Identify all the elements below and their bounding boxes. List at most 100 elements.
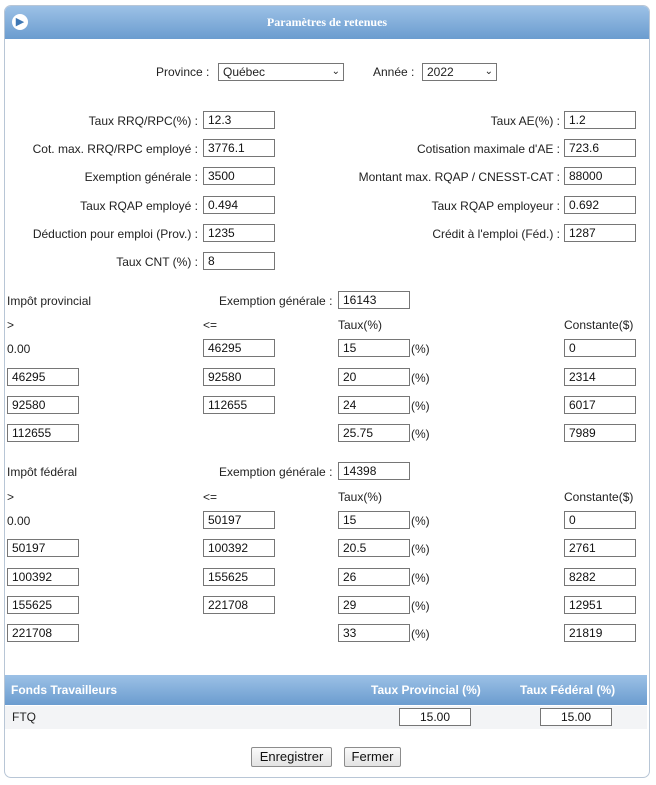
close-button[interactable]: Fermer (344, 747, 401, 767)
year-value: 2022 (427, 65, 454, 79)
bracket-to-input[interactable]: 50197 (203, 511, 275, 529)
col-header-constant: Constante($) (564, 490, 634, 504)
funds-col-name: Fonds Travailleurs (11, 683, 118, 697)
provincial-exemption-input[interactable]: 16143 (338, 291, 410, 309)
federal-exemption-input[interactable]: 14398 (338, 462, 410, 480)
employment-credit-input[interactable]: 1287 (564, 224, 636, 242)
year-select[interactable]: 2022 ⌄ (422, 63, 497, 81)
chevron-down-icon: ⌄ (331, 66, 340, 77)
title-bar: ▶ Paramètres de retenues (5, 6, 649, 39)
rqap-employee-label: Taux RQAP employé : (80, 199, 198, 213)
provincial-tax-title: Impôt provincial (7, 294, 92, 308)
bracket-from-input[interactable]: 50197 (7, 539, 79, 557)
bracket-from-input[interactable]: 221708 (7, 624, 79, 642)
bracket-from-text: 0.00 (7, 514, 31, 528)
bracket-rate-input[interactable]: 20 (338, 368, 410, 386)
bracket-rate-input[interactable]: 33 (338, 624, 410, 642)
ae-max-input[interactable]: 723.6 (564, 139, 636, 157)
bracket-to-input[interactable]: 46295 (203, 339, 275, 357)
rrq-rate-input[interactable]: 12.3 (203, 111, 275, 129)
col-header-greater: > (7, 490, 15, 504)
province-label: Province : (156, 65, 210, 79)
percent-suffix: (%) (411, 342, 430, 356)
save-button[interactable]: Enregistrer (251, 747, 332, 767)
percent-suffix: (%) (411, 399, 430, 413)
funds-col-provincial: Taux Provincial (%) (371, 683, 481, 697)
ae-rate-label: Taux AE(%) : (490, 114, 560, 128)
provincial-exemption-label: Exemption générale : (219, 294, 333, 308)
province-value: Québec (223, 65, 266, 79)
bracket-to-input[interactable]: 92580 (203, 368, 275, 386)
bracket-to-input[interactable]: 221708 (203, 596, 275, 614)
rrq-max-label: Cot. max. RRQ/RPC employé : (32, 142, 198, 156)
col-header-rate: Taux(%) (338, 318, 383, 332)
bracket-from-input[interactable]: 92580 (7, 396, 79, 414)
bracket-constant-input[interactable]: 8282 (564, 568, 636, 586)
general-exemption-label: Exemption générale : (84, 170, 198, 184)
year-label: Année : (373, 65, 415, 79)
percent-suffix: (%) (411, 599, 430, 613)
bracket-constant-input[interactable]: 0 (564, 339, 636, 357)
employment-credit-label: Crédit à l'emploi (Féd.) : (432, 227, 560, 241)
cnt-rate-input[interactable]: 8 (203, 252, 275, 270)
bracket-from-input[interactable]: 112655 (7, 424, 79, 442)
percent-suffix: (%) (411, 427, 430, 441)
rqap-employer-input[interactable]: 0.692 (564, 196, 636, 214)
fund-name: FTQ (12, 710, 36, 724)
bracket-constant-input[interactable]: 6017 (564, 396, 636, 414)
fund-provincial-rate-input[interactable]: 15.00 (399, 708, 471, 726)
bracket-from-text: 0.00 (7, 342, 31, 356)
rqap-employer-label: Taux RQAP employeur : (431, 199, 560, 213)
rrq-rate-label: Taux RRQ/RPC(%) : (88, 114, 198, 128)
arrow-right-icon[interactable]: ▶ (12, 14, 28, 30)
bracket-rate-input[interactable]: 20.5 (338, 539, 410, 557)
bracket-constant-input[interactable]: 0 (564, 511, 636, 529)
ae-max-label: Cotisation maximale d'AE : (416, 142, 560, 156)
bracket-rate-input[interactable]: 29 (338, 596, 410, 614)
table-row: FTQ 15.00 15.00 (5, 706, 647, 729)
federal-exemption-label: Exemption générale : (219, 465, 333, 479)
bracket-constant-input[interactable]: 21819 (564, 624, 636, 642)
bracket-rate-input[interactable]: 15 (338, 339, 410, 357)
general-exemption-input[interactable]: 3500 (203, 167, 275, 185)
rqap-max-label: Montant max. RQAP / CNESST-CAT : (358, 170, 560, 184)
bracket-constant-input[interactable]: 2761 (564, 539, 636, 557)
window-title: Paramètres de retenues (266, 15, 388, 29)
col-header-less-equal: <= (203, 490, 218, 504)
percent-suffix: (%) (411, 542, 430, 556)
col-header-greater: > (7, 318, 15, 332)
bracket-to-input[interactable]: 112655 (203, 396, 275, 414)
col-header-rate: Taux(%) (338, 490, 383, 504)
bracket-constant-input[interactable]: 12951 (564, 596, 636, 614)
percent-suffix: (%) (411, 627, 430, 641)
province-select[interactable]: Québec ⌄ (218, 63, 344, 81)
cnt-rate-label: Taux CNT (%) : (116, 255, 198, 269)
bracket-from-input[interactable]: 155625 (7, 596, 79, 614)
bracket-rate-input[interactable]: 24 (338, 396, 410, 414)
percent-suffix: (%) (411, 371, 430, 385)
bracket-to-input[interactable]: 100392 (203, 539, 275, 557)
bracket-to-input[interactable]: 155625 (203, 568, 275, 586)
bracket-from-input[interactable]: 46295 (7, 368, 79, 386)
bracket-rate-input[interactable]: 26 (338, 568, 410, 586)
rrq-max-input[interactable]: 3776.1 (203, 139, 275, 157)
funds-table-header: Fonds Travailleurs Taux Provincial (%) T… (5, 675, 647, 705)
federal-tax-title: Impôt fédéral (7, 465, 78, 479)
bracket-rate-input[interactable]: 15 (338, 511, 410, 529)
fund-federal-rate-input[interactable]: 15.00 (540, 708, 612, 726)
bracket-constant-input[interactable]: 7989 (564, 424, 636, 442)
chevron-down-icon: ⌄ (484, 66, 493, 77)
col-header-less-equal: <= (203, 318, 218, 332)
bracket-rate-input[interactable]: 25.75 (338, 424, 410, 442)
bracket-from-input[interactable]: 100392 (7, 568, 79, 586)
bracket-constant-input[interactable]: 2314 (564, 368, 636, 386)
percent-suffix: (%) (411, 514, 430, 528)
employment-deduction-input[interactable]: 1235 (203, 224, 275, 242)
funds-col-federal: Taux Fédéral (%) (520, 683, 616, 697)
col-header-constant: Constante($) (564, 318, 634, 332)
percent-suffix: (%) (411, 571, 430, 585)
ae-rate-input[interactable]: 1.2 (564, 111, 636, 129)
rqap-max-input[interactable]: 88000 (564, 167, 636, 185)
employment-deduction-label: Déduction pour emploi (Prov.) : (32, 227, 198, 241)
rqap-employee-input[interactable]: 0.494 (203, 196, 275, 214)
